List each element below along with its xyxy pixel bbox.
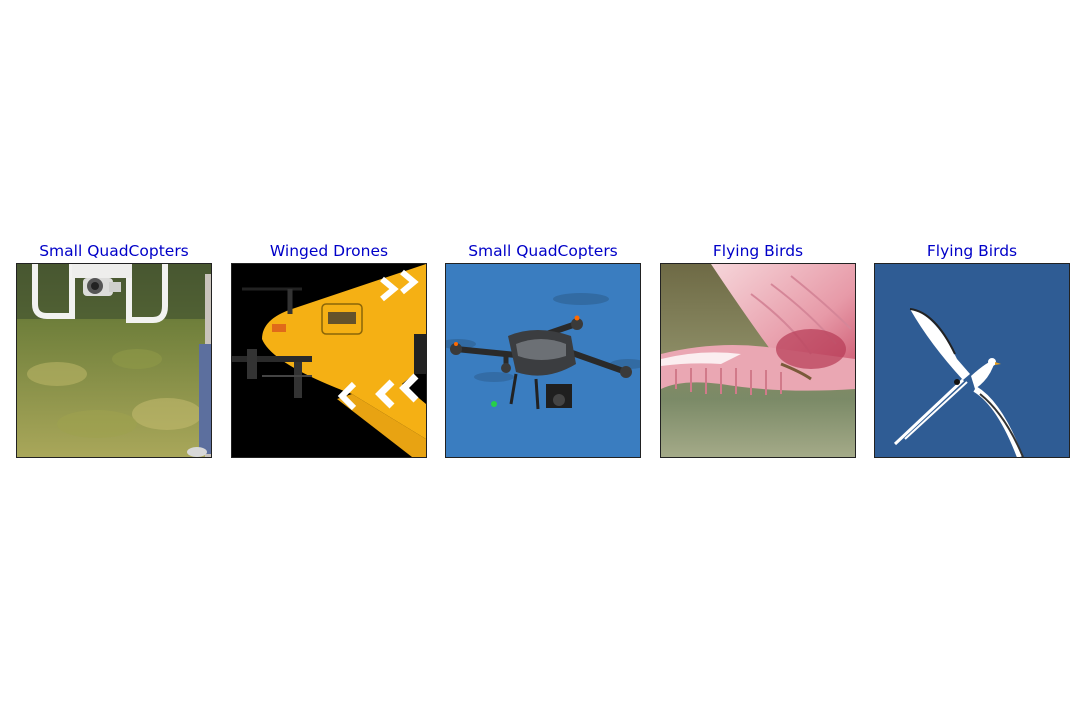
figure: { "colors": { "title": "#0000c8", "frame… bbox=[0, 0, 1080, 720]
panel-title: Winged Drones bbox=[269, 242, 389, 260]
panel-3: Small QuadCopters bbox=[445, 240, 641, 458]
yellow-winged-drone-photo bbox=[232, 264, 426, 457]
panel-title: Small QuadCopters bbox=[39, 242, 189, 260]
panel-2: Winged Drones bbox=[231, 240, 427, 458]
panel-title: Flying Birds bbox=[926, 242, 1018, 260]
image-frame bbox=[874, 263, 1070, 458]
white-tropicbird-photo bbox=[875, 264, 1069, 457]
panel-title: Small QuadCopters bbox=[468, 242, 618, 260]
image-frame bbox=[660, 263, 856, 458]
image-frame bbox=[231, 263, 427, 458]
panel-1: Small QuadCopters bbox=[16, 240, 212, 458]
quadcopter-blue-sky-photo bbox=[446, 264, 640, 457]
image-frame bbox=[445, 263, 641, 458]
quadcopter-over-grass-photo bbox=[17, 264, 211, 457]
panel-4: Flying Birds bbox=[660, 240, 856, 458]
panel-title: Flying Birds bbox=[712, 242, 804, 260]
image-frame bbox=[16, 263, 212, 458]
panel-5: Flying Birds bbox=[874, 240, 1070, 458]
pink-spoonbill-wing-photo bbox=[661, 264, 855, 457]
